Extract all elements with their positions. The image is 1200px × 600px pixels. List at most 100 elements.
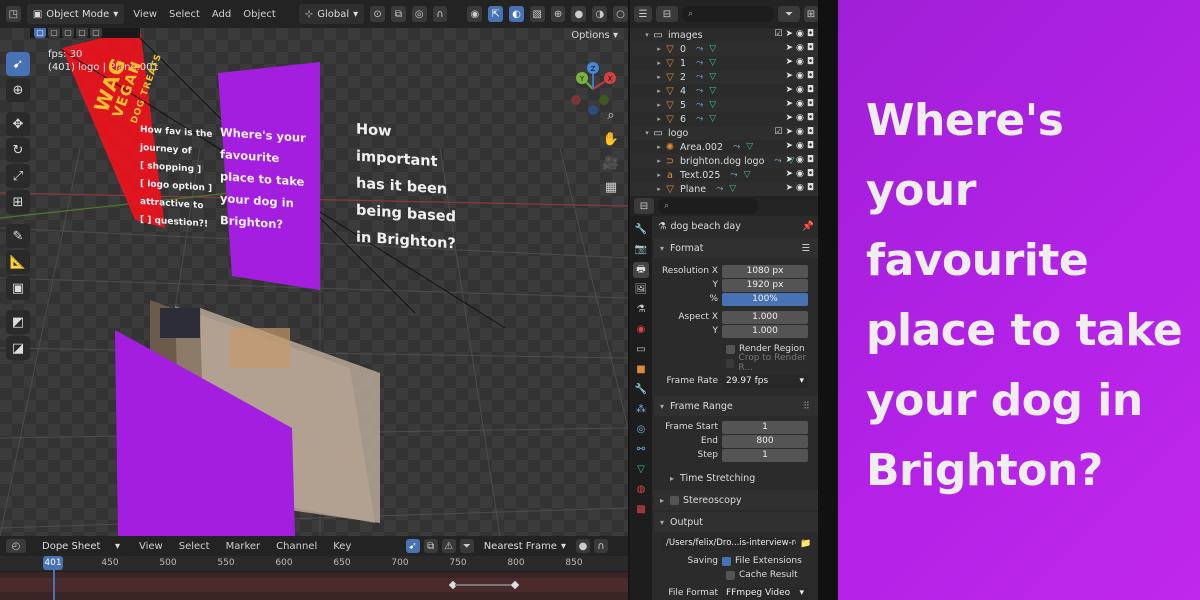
grid-perspective-icon[interactable]: ▦ [602, 180, 620, 198]
eye-icon[interactable]: ◉ [796, 169, 804, 179]
select-arrow-icon[interactable]: ➤ [785, 85, 793, 95]
current-frame-indicator[interactable]: 401 [43, 556, 63, 570]
add-cube-tool-icon[interactable]: ▣ [6, 276, 30, 300]
material-tab-icon[interactable]: ◍ [633, 482, 649, 498]
outliner-row-0[interactable]: ▸ ▽ 0 ⤳ ▽ ➤ ◉ ◘ [630, 42, 818, 56]
output-panel-header[interactable]: ▾ Output [654, 512, 818, 532]
3d-viewport[interactable]: ▢ ▢ ▢ ▢ ▢ fps: 30 (401) logo | Plane.001… [0, 28, 628, 536]
shading-material-icon[interactable]: ◑ [592, 6, 608, 22]
move-tool-icon[interactable]: ✥ [6, 112, 30, 136]
editor-type-icon[interactable]: ◴ [6, 539, 26, 553]
outliner-row-text-025[interactable]: ▸ a Text.025 ⤳ ▽ ➤ ◉ ◘ [630, 168, 818, 182]
editor-type-icon[interactable]: ◳ [6, 6, 21, 22]
collection-tab-icon[interactable]: ▭ [633, 342, 649, 358]
file-format-dropdown[interactable]: FFmpeg Video ▾ [722, 586, 808, 600]
cursor-tool-icon[interactable]: ⊕ [6, 78, 30, 102]
outliner-row-1[interactable]: ▸ ▽ 1 ⤳ ▽ ➤ ◉ ◘ [630, 56, 818, 70]
select-arrow-icon[interactable]: ➤ [785, 71, 793, 81]
object-tool-b-icon[interactable]: ◪ [6, 336, 30, 360]
modifier-tab-icon[interactable]: 🔧 [633, 382, 649, 398]
outliner-row-area-002[interactable]: ▸ ✺ Area.002 ⤳ ▽ ➤ ◉ ◘ [630, 140, 818, 154]
object-tab-icon[interactable]: ■ [633, 362, 649, 378]
outliner-row-brighton-dog-logo[interactable]: ▸ ⊃ brighton.dog logo ⤳ ▽ ➤ ◉ ◘ [630, 154, 818, 168]
dope-sheet-mode-dropdown[interactable]: Dope Sheet ▾ [36, 538, 126, 554]
physics-tab-icon[interactable]: ◎ [633, 422, 649, 438]
proportional-icon[interactable]: ● [576, 539, 590, 553]
pin-icon[interactable]: 📌 [802, 221, 818, 232]
chevron-right-icon[interactable]: ▸ [654, 45, 664, 53]
scene-tab-icon[interactable]: ⚗ [633, 302, 649, 318]
select-box-tool-icon[interactable]: ➹ [6, 52, 30, 76]
output-tab-icon[interactable]: 🖶 [633, 262, 649, 278]
outliner-row-2[interactable]: ▸ ▽ 2 ⤳ ▽ ➤ ◉ ◘ [630, 70, 818, 84]
editor-type-icon[interactable]: ⊟ [634, 198, 654, 214]
snap-mode-dropdown[interactable]: Nearest Frame ▾ [477, 538, 572, 554]
channel-row[interactable] [0, 578, 628, 592]
eye-icon[interactable]: ◉ [796, 155, 804, 165]
stereoscopy-checkbox[interactable] [670, 495, 679, 505]
dope-sheet-channels[interactable] [0, 572, 628, 600]
camera-icon[interactable]: ◘ [807, 29, 814, 39]
outliner-row-5[interactable]: ▸ ▽ 5 ⤳ ▽ ➤ ◉ ◘ [630, 98, 818, 112]
eye-icon[interactable]: ◉ [796, 113, 804, 123]
zoom-icon[interactable]: ⌕ [602, 108, 620, 126]
eye-icon[interactable]: ◉ [796, 57, 804, 67]
chevron-down-icon[interactable]: ▾ [642, 31, 652, 39]
drag-handle-icon[interactable]: ⠿ [803, 401, 818, 412]
menu-object[interactable]: Object [240, 9, 279, 20]
camera-icon[interactable]: ◘ [807, 71, 814, 81]
render-tab-icon[interactable]: 📷 [633, 242, 649, 258]
select-arrow-icon[interactable]: ➤ [785, 169, 793, 179]
select-arrow-icon[interactable]: ➤ [785, 155, 793, 165]
presets-icon[interactable]: ☰ [801, 243, 818, 254]
playhead[interactable] [53, 570, 55, 600]
view-layer-tab-icon[interactable]: 🖼 [633, 282, 649, 298]
selection-mode-icons[interactable]: ▢ ▢ ▢ ▢ ▢ [34, 28, 102, 38]
frame-ruler[interactable]: 450 500 550 600 650 700 750 800 850 [0, 556, 628, 572]
dope-menu-select[interactable]: Select [176, 541, 213, 552]
eye-icon[interactable]: ◉ [796, 29, 804, 39]
properties-search-input[interactable]: ⌕ [658, 198, 758, 214]
outliner-search-input[interactable]: ⌕ [682, 6, 774, 22]
stereoscopy-panel-header[interactable]: ▸ Stereoscopy [654, 490, 818, 510]
select-subtract-icon[interactable]: ▢ [62, 28, 74, 38]
eye-icon[interactable]: ◉ [796, 85, 804, 95]
constraints-tab-icon[interactable]: ⚯ [633, 442, 649, 458]
dope-menu-marker[interactable]: Marker [223, 541, 264, 552]
camera-icon[interactable]: ◘ [807, 43, 814, 53]
select-new-icon[interactable]: ▢ [34, 28, 46, 38]
aspect-y-field[interactable]: 1.000 [722, 324, 808, 338]
data-tab-icon[interactable]: ▽ [633, 462, 649, 478]
frame-range-panel-header[interactable]: ▾ Frame Range ⠿ [654, 396, 818, 416]
texture-tab-icon[interactable]: ▩ [633, 502, 649, 518]
select-arrow-icon[interactable]: ➤ [785, 43, 793, 53]
menu-add[interactable]: Add [209, 9, 234, 20]
chevron-right-icon[interactable]: ▸ [654, 101, 664, 109]
select-extend-icon[interactable]: ▢ [48, 28, 60, 38]
camera-icon[interactable]: ◘ [807, 155, 814, 165]
eye-icon[interactable]: ◉ [796, 71, 804, 81]
chevron-right-icon[interactable]: ▸ [654, 185, 664, 193]
outliner-row-6[interactable]: ▸ ▽ 6 ⤳ ▽ ➤ ◉ ◘ [630, 112, 818, 126]
select-tool-icon[interactable]: ➹ [405, 539, 420, 553]
options-button[interactable]: Options ▾ [571, 30, 618, 41]
folder-icon[interactable]: 📁 [800, 539, 811, 549]
resolution-percent-field[interactable]: 100% [722, 292, 808, 306]
camera-icon[interactable]: ◘ [807, 169, 814, 179]
menu-view[interactable]: View [130, 9, 160, 20]
chevron-right-icon[interactable]: ▸ [654, 87, 664, 95]
checkbox-icon[interactable]: ☑ [774, 29, 782, 39]
world-tab-icon[interactable]: ◉ [633, 322, 649, 338]
select-arrow-icon[interactable]: ➤ [785, 127, 793, 137]
eye-icon[interactable]: ◉ [796, 141, 804, 151]
annotate-tool-icon[interactable]: ✎ [6, 224, 30, 248]
select-intersect-icon[interactable]: ▢ [90, 28, 102, 38]
filter-icon[interactable]: ⏷ [459, 539, 474, 553]
scale-tool-icon[interactable]: ⤢ [6, 164, 30, 188]
chevron-right-icon[interactable]: ▸ [654, 157, 664, 165]
tool-tab-icon[interactable]: 🔧 [633, 222, 649, 238]
shading-solid-icon[interactable]: ● [571, 6, 587, 22]
gizmo-toggle-icon[interactable]: ⇱ [488, 6, 504, 22]
resolution-x-field[interactable]: 1080 px [722, 264, 808, 278]
chevron-down-icon[interactable]: ▾ [642, 129, 652, 137]
